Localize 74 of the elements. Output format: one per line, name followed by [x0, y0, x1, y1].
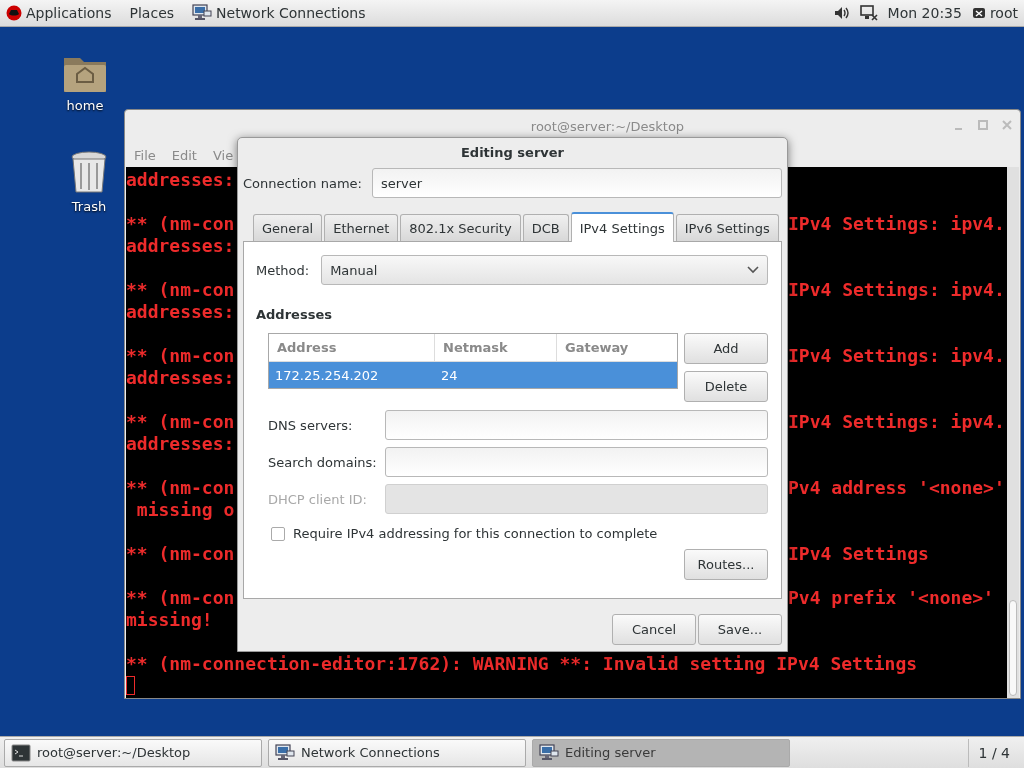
top-bar-menu[interactable]: Applications	[26, 5, 112, 21]
chevron-down-icon	[747, 266, 759, 274]
terminal-line: addresses:	[126, 169, 235, 190]
tab[interactable]: Ethernet	[324, 214, 399, 241]
terminal-line: ** (nm-con	[126, 411, 235, 432]
terminal-line: ** (nm-con	[126, 213, 235, 234]
window-title: root@server:~/Desktop	[530, 119, 685, 134]
tab[interactable]: 802.1x Security	[400, 214, 521, 241]
desktop-icon-label[interactable]: Trash	[71, 199, 107, 214]
computer-icon	[539, 743, 559, 762]
field-label: Method:	[256, 262, 310, 278]
table-cell-text: 24	[440, 366, 459, 385]
trash-icon[interactable]	[70, 151, 108, 195]
terminal-icon	[11, 743, 31, 762]
app-menu[interactable]: Network Connections	[216, 5, 366, 21]
terminal-line: ** (nm-con	[126, 543, 235, 564]
terminal-cursor	[126, 676, 135, 695]
close-icon[interactable]	[1002, 120, 1012, 130]
hat-logo-icon	[6, 5, 22, 21]
terminal-line: Pv4 prefix '<none>'	[788, 587, 994, 608]
section-heading: Addresses	[256, 307, 333, 324]
terminal-line: Pv4 address '<none>'	[788, 477, 1005, 498]
field-label: DNS servers:	[268, 417, 354, 433]
terminal-line: missing!	[126, 609, 213, 630]
terminal-line: addresses:	[126, 367, 235, 388]
text-field[interactable]	[385, 410, 768, 440]
workspace-indicator[interactable]: 1 / 4	[967, 738, 1020, 767]
clock[interactable]: Mon 20:35	[887, 5, 962, 21]
connection-name-field[interactable]: server	[371, 168, 782, 198]
table-action-button[interactable]: Add	[684, 333, 768, 364]
terminal-line: missing o	[135, 499, 235, 520]
terminal-line: ** (nm-con	[126, 587, 235, 608]
desktop-icon-label[interactable]: home	[66, 98, 104, 113]
top-bar-menu[interactable]: Places	[129, 5, 175, 21]
method-dropdown[interactable]: Manual	[321, 255, 768, 285]
maximize-icon[interactable]	[978, 120, 988, 130]
terminal-line: ** (nm-connection-editor:1762): WARNING **: Invalid setting IPv4 Settings	[126, 653, 918, 674]
terminal-line: ** (nm-con	[126, 345, 235, 366]
scrollbar[interactable]	[1007, 167, 1019, 698]
terminal-line: addresses:	[126, 235, 235, 256]
text-field[interactable]	[385, 447, 768, 477]
terminal-line: ** (nm-con	[126, 477, 235, 498]
checkbox-label[interactable]: Require IPv4 addressing for this connection to complete	[293, 526, 658, 541]
routes-button[interactable]: Routes...	[684, 549, 768, 580]
terminal-line: IPv4 Settings: ipv4.	[788, 279, 1005, 300]
field-label: Connection name:	[243, 175, 362, 191]
field-label: DHCP client ID:	[268, 491, 368, 507]
taskbar-item[interactable]: Network Connections	[268, 738, 526, 767]
taskbar-item[interactable]: root@server:~/Desktop	[4, 738, 262, 767]
table-cell-text: 172.25.254.202	[274, 366, 380, 385]
checkbox[interactable]	[271, 526, 285, 541]
taskbar-item[interactable]: Editing server	[532, 738, 790, 767]
table-action-button[interactable]: Delete	[684, 371, 768, 402]
tab[interactable]: IPv6 Settings	[675, 214, 779, 241]
terminal-line: IPv4 Settings	[788, 543, 929, 564]
terminal-line: IPv4 Settings: ipv4.	[788, 213, 1005, 234]
terminal-line: IPv4 Settings: ipv4.	[788, 411, 1005, 432]
computer-icon	[275, 743, 295, 762]
tab[interactable]: IPv4 Settings	[570, 212, 674, 242]
tab[interactable]: General	[253, 214, 323, 241]
dialog-title: Editing server	[460, 145, 565, 160]
volume-icon[interactable]	[833, 6, 850, 20]
user-icon[interactable]	[971, 6, 986, 20]
dialog-button[interactable]: Cancel	[612, 614, 696, 645]
dialog-button[interactable]: Save...	[698, 614, 782, 645]
user-menu[interactable]: root	[989, 5, 1018, 21]
terminal-line: ** (nm-con	[126, 279, 235, 300]
terminal-line: addresses:	[126, 301, 235, 322]
terminal-line: IPv4 Settings: ipv4.	[788, 345, 1005, 366]
tab[interactable]: DCB	[522, 214, 569, 241]
computer-icon	[192, 4, 213, 22]
network-icon[interactable]	[859, 5, 878, 21]
terminal-line: addresses:	[126, 433, 235, 454]
field-label: Search domains:	[268, 454, 378, 470]
